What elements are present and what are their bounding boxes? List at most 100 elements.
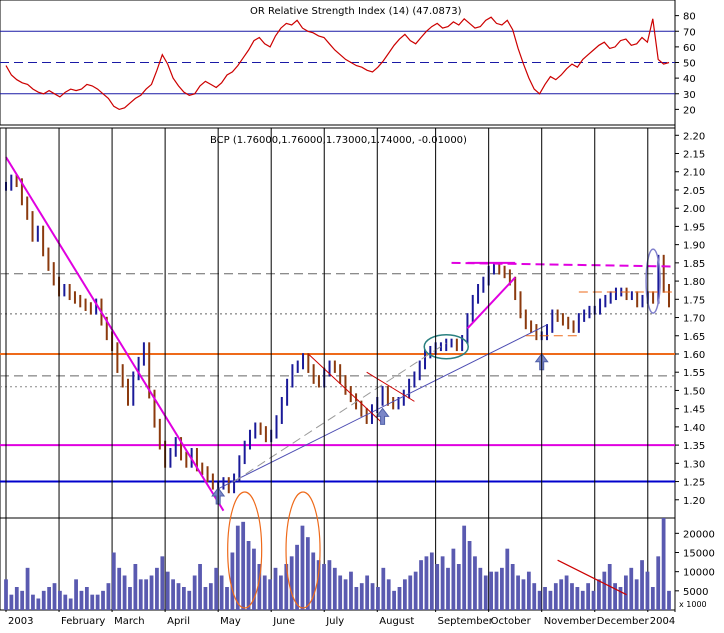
volume-bar-58: [316, 560, 321, 610]
rsi-tick-label-6: 80: [683, 12, 696, 23]
volume-bar-95: [516, 575, 520, 610]
volume-bar-103: [559, 579, 564, 610]
volume-bar-85: [462, 525, 467, 610]
volume-bar-50: [273, 567, 278, 610]
volume-bar-32: [176, 583, 181, 610]
volume-bar-73: [397, 587, 402, 610]
volume-bar-38: [208, 583, 213, 610]
vol-tick-label-2: 15000: [683, 549, 715, 560]
price-tick-label-1: 1.25: [683, 478, 705, 489]
volume-bar-79: [429, 552, 434, 610]
price-tick-label-6: 1.50: [683, 386, 705, 397]
price-tick-label-4: 1.40: [683, 423, 705, 434]
price-tick-label-10: 1.70: [683, 314, 705, 325]
volume-bar-37: [203, 587, 208, 610]
volume-bar-62: [338, 575, 343, 610]
month-label-2: March: [114, 616, 144, 627]
volume-bar-91: [494, 571, 499, 610]
rsi-title: OR Relative Strength Index (14) (47.0873…: [250, 6, 462, 17]
volume-bar-3: [20, 590, 25, 610]
volume-bar-7: [41, 590, 46, 610]
volume-bar-121: [656, 556, 661, 610]
volume-bar-2: [14, 587, 19, 610]
rsi-tick-label-2: 40: [683, 74, 696, 85]
month-label-6: July: [325, 616, 344, 627]
volume-bar-78: [424, 556, 429, 610]
volume-bar-16: [90, 594, 95, 610]
volume-bar-9: [52, 583, 57, 610]
volume-bar-110: [597, 579, 601, 610]
volume-bar-35: [192, 575, 197, 610]
volume-bar-10: [58, 590, 62, 610]
volume-bar-15: [84, 587, 89, 610]
volume-bar-42: [230, 552, 235, 610]
volume-bar-97: [526, 571, 531, 610]
volume-bar-59: [322, 564, 326, 610]
volume-bar-76: [413, 571, 418, 610]
volume-bar-19: [106, 583, 111, 610]
volume-bar-21: [117, 567, 122, 610]
volume-bar-116: [629, 567, 634, 610]
price-tick-label-13: 1.85: [683, 259, 705, 270]
price-tick-label-18: 2.10: [683, 168, 705, 179]
volume-bar-13: [74, 579, 78, 610]
volume-bar-117: [634, 579, 639, 610]
volume-bar-1: [9, 594, 14, 610]
price-tick-label-3: 1.35: [683, 441, 705, 452]
volume-bar-26: [144, 579, 149, 610]
volume-bar-115: [623, 575, 628, 610]
month-label-12: 2004: [650, 616, 675, 627]
volume-bar-93: [505, 548, 510, 610]
volume-bar-63: [343, 579, 348, 610]
volume-bar-89: [483, 575, 488, 610]
volume-bar-24: [133, 564, 138, 610]
volume-bar-106: [575, 587, 580, 610]
volume-bar-68: [370, 583, 375, 610]
volume-bar-71: [386, 579, 391, 610]
volume-bar-72: [392, 590, 396, 610]
volume-bar-14: [79, 590, 84, 610]
price-tick-label-20: 2.20: [683, 131, 705, 142]
volume-bar-30: [165, 571, 170, 610]
volume-bar-75: [408, 575, 413, 610]
volume-bar-29: [160, 556, 165, 610]
volume-bar-77: [419, 560, 423, 610]
month-label-7: August: [379, 616, 414, 627]
volume-bar-100: [543, 587, 547, 610]
month-label-4: May: [220, 616, 241, 627]
price-tick-label-5: 1.45: [683, 405, 705, 416]
volume-bar-40: [219, 575, 224, 610]
price-title: BCP (1.76000,1.76000,1.73000,1.74000, -0…: [210, 135, 467, 146]
month-label-11: December: [597, 616, 650, 627]
volume-bar-41: [225, 587, 229, 610]
volume-bar-119: [645, 571, 650, 610]
rsi-tick-label-0: 20: [683, 105, 696, 116]
vol-tick-label-3: 20000: [683, 529, 715, 540]
price-tick-label-17: 2.05: [683, 186, 705, 197]
stock-chart: 20 30 40 50 60 70 80 OR Relative Strength Index…: [0, 0, 724, 629]
volume-bar-90: [489, 571, 494, 610]
volume-bar-104: [564, 575, 569, 610]
volume-bar-108: [586, 583, 591, 610]
volume-bar-27: [149, 575, 154, 610]
volume-bar-56: [305, 537, 310, 610]
volume-bar-102: [553, 583, 558, 610]
price-tick-label-11: 1.75: [683, 295, 705, 306]
volume-bar-51: [279, 575, 283, 610]
volume-bar-0: [4, 579, 8, 610]
volume-bar-81: [440, 556, 445, 610]
volume-bar-36: [198, 564, 202, 610]
volume-bar-17: [95, 594, 100, 610]
volume-bar-99: [537, 590, 542, 610]
volume-bar-107: [580, 590, 585, 610]
volume-bar-120: [650, 587, 655, 610]
price-tick-label-0: 1.20: [683, 496, 705, 507]
volume-bar-118: [640, 560, 644, 610]
vol-tick-label-1: 10000: [683, 568, 715, 579]
volume-bar-34: [187, 590, 192, 610]
volume-bar-33: [181, 587, 186, 610]
price-tick-label-14: 1.90: [683, 241, 705, 252]
price-tick-label-15: 1.95: [683, 222, 705, 233]
volume-bar-39: [214, 567, 219, 610]
vol-tick-label-0: 5000: [683, 587, 708, 598]
